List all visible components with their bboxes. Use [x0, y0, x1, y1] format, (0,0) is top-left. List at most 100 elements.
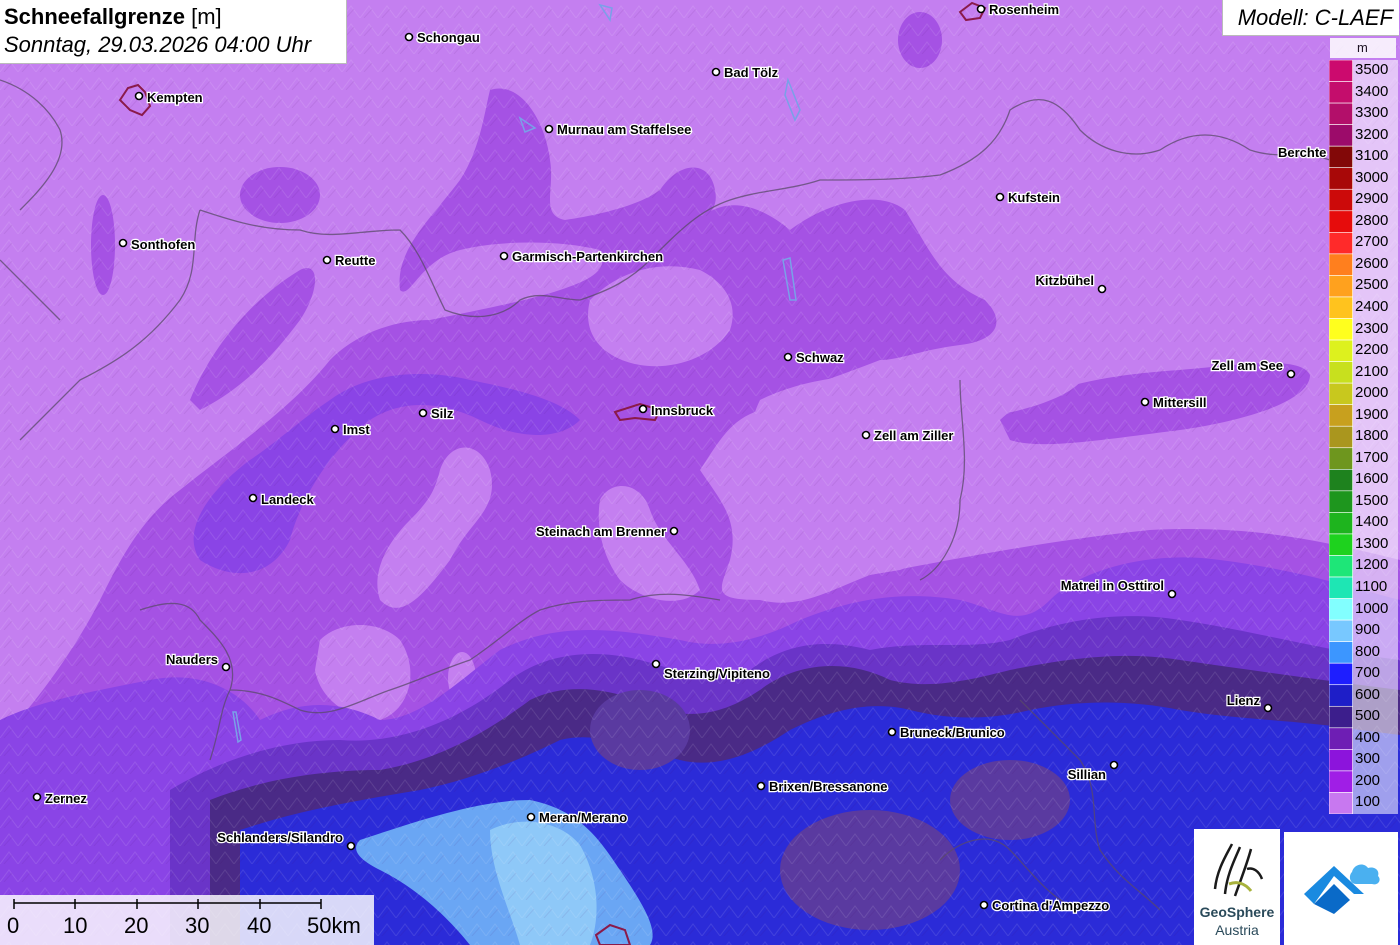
- city-dot-kufstein: [995, 192, 1005, 202]
- legend-swatch-2600: [1329, 253, 1353, 276]
- map-title: Schneefallgrenze [m]: [4, 4, 222, 30]
- city-label-sonthofen: Sonthofen: [131, 237, 195, 252]
- legend-swatch-2400: [1329, 296, 1353, 319]
- city-label-sterzing-vipiteno: Sterzing/Vipiteno: [664, 666, 770, 681]
- legend-label-1700: 1700: [1355, 448, 1389, 466]
- city-sonthofen[interactable]: Sonthofen: [118, 236, 197, 253]
- scale-label-40: 40: [247, 913, 272, 938]
- city-label-kitzb-hel: Kitzbühel: [1036, 273, 1095, 288]
- scale-label-10: 10: [63, 913, 88, 938]
- city-dot-cortina-d-ampezzo: [979, 900, 989, 910]
- city-label-steinach-am-brenner: Steinach am Brenner: [536, 524, 666, 539]
- city-label-kempten: Kempten: [147, 90, 203, 105]
- city-meran-merano[interactable]: Meran/Merano: [526, 809, 628, 826]
- legend-labels: 3500 3400 3300 3200 3100 3000 2900 2800 2700 2600…: [1352, 60, 1398, 814]
- city-dot-matrei-in-osttirol: [1167, 589, 1177, 599]
- legend-label-500: 500: [1355, 707, 1381, 725]
- city-label-kufstein: Kufstein: [1008, 190, 1060, 205]
- city-dot-bad-t-lz: [711, 67, 721, 77]
- city-dot-steinach-am-brenner: [669, 526, 679, 536]
- city-dot-silz: [418, 408, 428, 418]
- legend-label-2600: 2600: [1355, 254, 1389, 272]
- legend-swatch-3200: [1329, 124, 1353, 147]
- legend-swatch-500: [1329, 705, 1353, 729]
- city-dot-zell-am-ziller: [861, 430, 871, 440]
- legend-swatch-1000: [1329, 598, 1353, 621]
- scale-label-50km: 50km: [307, 913, 361, 938]
- legend-label-2000: 2000: [1355, 384, 1389, 402]
- city-garmisch-partenkirchen[interactable]: Garmisch-Partenkirchen: [499, 248, 664, 265]
- legend-swatch-1600: [1329, 469, 1353, 492]
- legend-label-300: 300: [1355, 750, 1381, 768]
- city-label-schongau: Schongau: [417, 30, 480, 45]
- city-rosenheim[interactable]: Rosenheim: [976, 1, 1060, 18]
- city-label-bad-t-lz: Bad Tölz: [724, 65, 779, 80]
- city-dot-schwaz: [783, 352, 793, 362]
- city-dot-rosenheim: [976, 4, 986, 14]
- snowline-map[interactable]: Rosenheim Schongau Bad Tölz Kempten Murnau a…: [0, 0, 1400, 945]
- weather-app-logo[interactable]: [1284, 832, 1398, 945]
- legend-label-2400: 2400: [1355, 297, 1389, 315]
- legend-swatch-3000: [1329, 167, 1353, 190]
- legend-label-2900: 2900: [1355, 190, 1389, 208]
- house-cloud-icon: [1304, 864, 1380, 914]
- legend-swatch-2200: [1329, 339, 1353, 362]
- city-steinach-am-brenner[interactable]: Steinach am Brenner: [535, 523, 679, 540]
- city-zell-am-ziller[interactable]: Zell am Ziller: [861, 427, 955, 444]
- legend-swatch-300: [1329, 749, 1353, 772]
- city-dot-imst: [330, 424, 340, 434]
- legend-label-1000: 1000: [1355, 599, 1389, 617]
- legend-label-2700: 2700: [1355, 233, 1389, 251]
- legend-swatch-2300: [1329, 318, 1353, 341]
- city-cortina-d-ampezzo[interactable]: Cortina d'Ampezzo: [979, 897, 1111, 914]
- legend-label-400: 400: [1355, 728, 1381, 746]
- city-label-zell-am-ziller: Zell am Ziller: [874, 428, 953, 443]
- city-label-schwaz: Schwaz: [796, 350, 844, 365]
- city-dot-garmisch-partenkirchen: [499, 251, 509, 261]
- scale-bar: 0 10 20 30 40 50km: [0, 895, 374, 945]
- city-label-nauders: Nauders: [166, 652, 218, 667]
- city-dot-lienz: [1263, 703, 1273, 713]
- city-dot-brixen-bressanone: [756, 781, 766, 791]
- legend-swatch-2500: [1329, 275, 1353, 298]
- geosphere-swirl-icon: [1213, 843, 1264, 897]
- city-label-mittersill: Mittersill: [1153, 395, 1206, 410]
- legend-unit: m: [1357, 40, 1368, 55]
- city-label-innsbruck: Innsbruck: [651, 403, 714, 418]
- city-label-silz: Silz: [431, 406, 454, 421]
- city-dot-zell-am-see: [1286, 369, 1296, 379]
- legend-label-3000: 3000: [1355, 168, 1389, 186]
- city-label-brixen-bressanone: Brixen/Bressanone: [769, 779, 888, 794]
- geosphere-logo[interactable]: GeoSphere Austria: [1194, 829, 1280, 945]
- legend-swatch-1200: [1329, 555, 1353, 578]
- legend-swatch-800: [1329, 641, 1353, 664]
- city-label-murnau-am-staffelsee: Murnau am Staffelsee: [557, 122, 691, 137]
- legend-swatch-3100: [1329, 145, 1353, 169]
- city-label-zernez: Zernez: [45, 791, 87, 806]
- city-dot-kempten: [134, 91, 144, 101]
- city-berchte[interactable]: Berchte: [1277, 144, 1328, 162]
- legend-swatch-700: [1329, 662, 1353, 686]
- city-innsbruck[interactable]: Innsbruck: [638, 402, 715, 419]
- legend-label-1400: 1400: [1355, 513, 1389, 531]
- city-brixen-bressanone[interactable]: Brixen/Bressanone: [756, 778, 889, 795]
- city-label-bruneck-brunico: Bruneck/Brunico: [900, 725, 1005, 740]
- legend-label-200: 200: [1355, 771, 1381, 789]
- city-schongau[interactable]: Schongau: [404, 29, 481, 46]
- city-label-meran-merano: Meran/Merano: [539, 810, 627, 825]
- city-label-landeck: Landeck: [261, 492, 315, 507]
- legend-label-600: 600: [1355, 685, 1381, 703]
- city-dot-zernez: [32, 792, 42, 802]
- legend-label-1800: 1800: [1355, 427, 1389, 445]
- legend-label-3300: 3300: [1355, 104, 1389, 122]
- map-title-parameter: Schneefallgrenze: [4, 4, 185, 29]
- city-bruneck-brunico[interactable]: Bruneck/Brunico: [887, 724, 1006, 741]
- city-murnau-am-staffelsee[interactable]: Murnau am Staffelsee: [544, 121, 693, 138]
- city-dot-sonthofen: [118, 238, 128, 248]
- legend-label-700: 700: [1355, 664, 1381, 682]
- legend-label-1100: 1100: [1355, 578, 1388, 596]
- geosphere-name: GeoSphere: [1199, 904, 1275, 920]
- legend-label-1300: 1300: [1355, 534, 1389, 552]
- city-label-schlanders-silandro: Schlanders/Silandro: [217, 830, 343, 845]
- city-label-berchte: Berchte: [1278, 145, 1326, 160]
